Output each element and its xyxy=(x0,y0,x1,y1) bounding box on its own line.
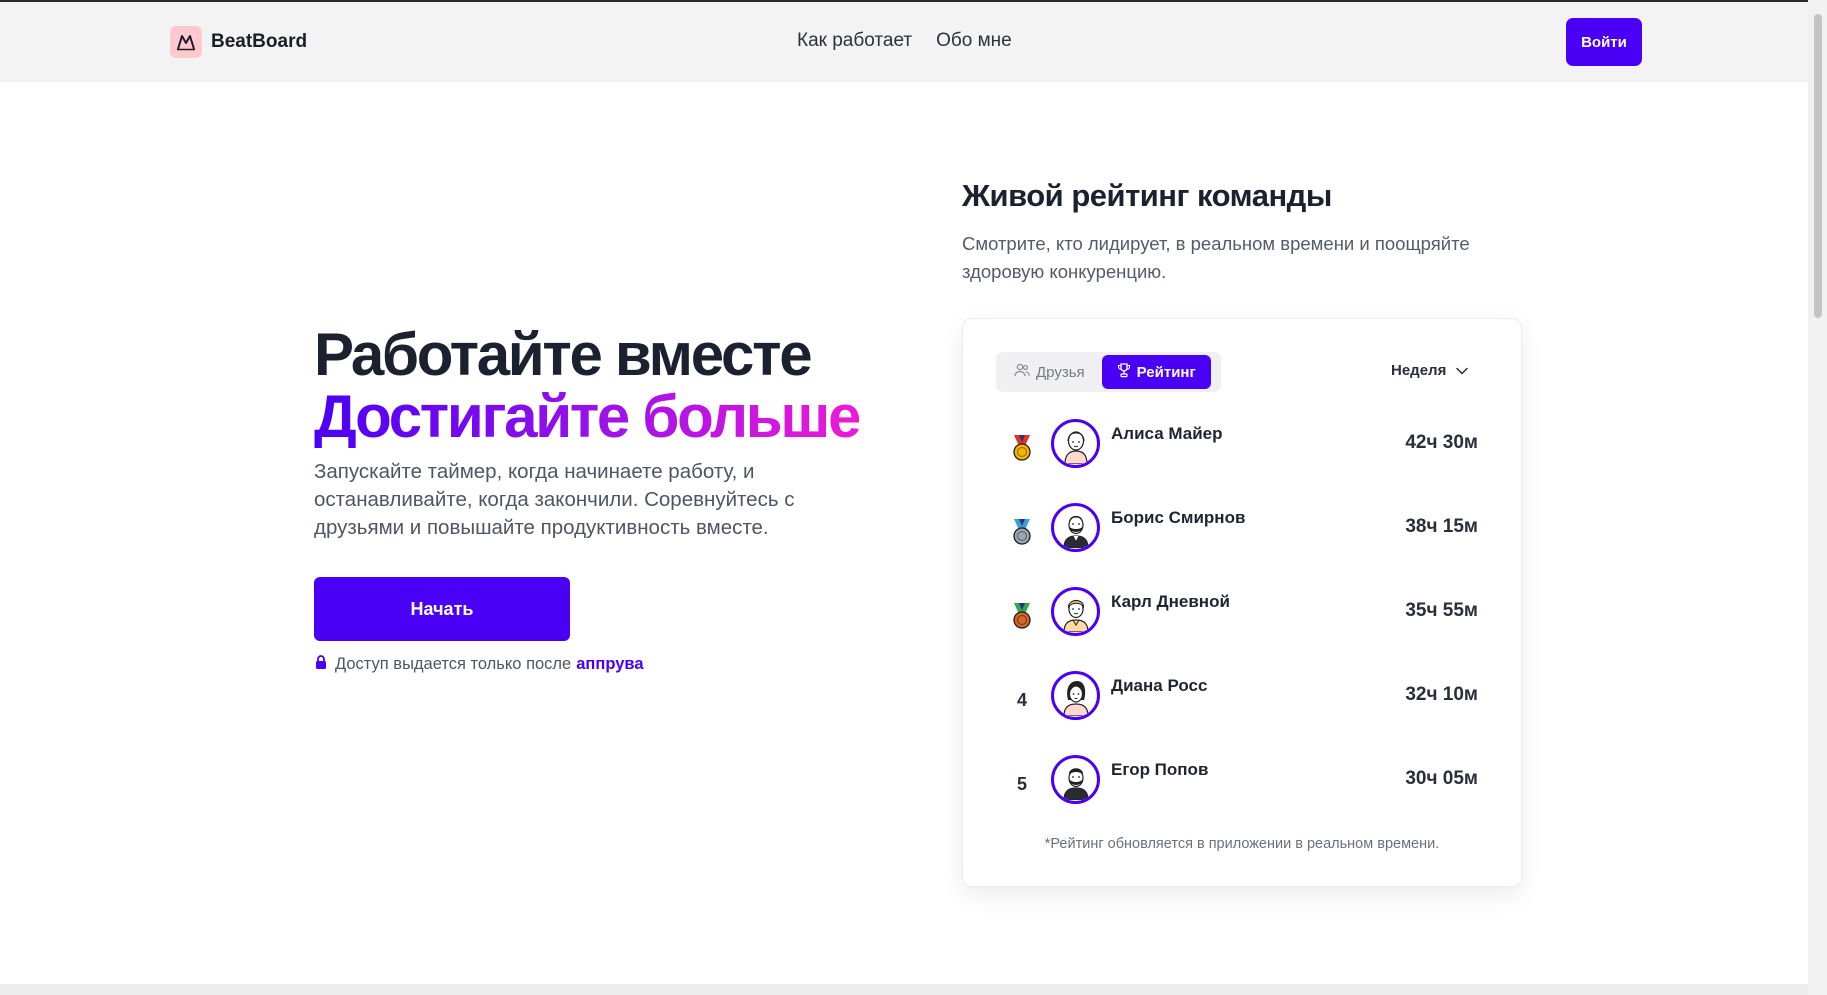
period-select[interactable]: Неделя xyxy=(1391,362,1469,379)
leaderboard-row[interactable]: 4 Диана Росс 32ч 10м xyxy=(963,667,1521,751)
leaderboard-title: Живой рейтинг команды xyxy=(962,178,1332,213)
approval-link[interactable]: аппрува xyxy=(576,655,643,674)
leaderboard-name: Алиса Майер xyxy=(1111,424,1223,443)
nav-link-about[interactable]: Обо мне xyxy=(936,30,1012,52)
leaderboard-name: Егор Попов xyxy=(1111,760,1209,779)
leaderboard-name: Карл Дневной xyxy=(1111,592,1230,611)
leaderboard-place: 4 xyxy=(1016,689,1027,710)
leaderboard-place: 5 xyxy=(1016,773,1027,794)
hero-title-line2: Достигайте больше xyxy=(314,383,861,450)
tab-rating-label: Рейтинг xyxy=(1136,363,1196,381)
next-section-edge xyxy=(0,984,1808,995)
access-note: Доступ выдается только после аппрува xyxy=(315,655,644,674)
leaderboard-subtitle: Смотрите, кто лидирует, в реальном време… xyxy=(962,233,1470,282)
avatar xyxy=(1051,755,1100,804)
leaderboard-card: Друзья Рейтинг Неделя Алиса Майер 42ч 30… xyxy=(962,318,1522,887)
nav-link-how-it-works[interactable]: Как работает xyxy=(797,30,912,52)
avatar xyxy=(1051,671,1100,720)
chevron-down-icon xyxy=(1456,362,1469,379)
scrollbar-thumb[interactable] xyxy=(1814,14,1822,318)
logo[interactable]: BeatBoard xyxy=(170,26,307,58)
site-header: BeatBoard Как работает Обо мне Войти xyxy=(0,2,1808,82)
page-scrollbar[interactable] xyxy=(1808,0,1827,995)
hero-subtitle: Запускайте таймер, когда начинаете работ… xyxy=(314,460,795,539)
main-nav: Как работает Обо мне xyxy=(797,30,1012,52)
silver-medal-icon xyxy=(1009,517,1035,547)
leaderboard-time: 35ч 55м xyxy=(1405,600,1478,621)
hero-title-line1: Работайте вместе xyxy=(314,321,813,388)
leaderboard-time: 32ч 10м xyxy=(1405,684,1478,705)
leaderboard-name: Диана Росс xyxy=(1111,676,1208,695)
hero-title: Работайте вместе Достигайте больше xyxy=(314,324,914,448)
leaderboard-tabs: Друзья Рейтинг xyxy=(996,352,1221,392)
gold-medal-icon xyxy=(1009,433,1035,463)
avatar xyxy=(1051,587,1100,636)
users-icon xyxy=(1014,363,1030,381)
access-text: Доступ выдается только после xyxy=(335,655,572,673)
lock-icon xyxy=(315,655,327,674)
trophy-icon xyxy=(1117,362,1131,382)
leaderboard-time: 42ч 30м xyxy=(1405,432,1478,453)
start-button[interactable]: Начать xyxy=(314,577,570,641)
tab-friends[interactable]: Друзья xyxy=(999,355,1100,389)
avatar xyxy=(1051,503,1100,552)
leaderboard-row[interactable]: 5 Егор Попов 30ч 05м xyxy=(963,751,1521,835)
avatar xyxy=(1051,419,1100,468)
login-button[interactable]: Войти xyxy=(1566,18,1642,66)
logo-text: BeatBoard xyxy=(211,31,308,52)
period-value: Неделя xyxy=(1391,362,1447,379)
tab-rating[interactable]: Рейтинг xyxy=(1101,355,1211,389)
leaderboard-footnote: *Рейтинг обновляется в приложении в реал… xyxy=(1044,836,1440,852)
leaderboard-row[interactable]: Карл Дневной 35ч 55м xyxy=(963,583,1521,667)
bronze-medal-icon xyxy=(1009,601,1035,631)
leaderboard-list: Алиса Майер 42ч 30м Борис Смирнов 38ч 15… xyxy=(963,415,1521,835)
logo-icon xyxy=(170,26,202,58)
leaderboard-row[interactable]: Борис Смирнов 38ч 15м xyxy=(963,499,1521,583)
hero-section: Работайте вместе Достигайте больше Запус… xyxy=(314,324,914,542)
leaderboard-row[interactable]: Алиса Майер 42ч 30м xyxy=(963,415,1521,499)
leaderboard-time: 38ч 15м xyxy=(1405,516,1478,537)
leaderboard-time: 30ч 05м xyxy=(1405,768,1478,789)
leaderboard-name: Борис Смирнов xyxy=(1111,508,1246,527)
tab-friends-label: Друзья xyxy=(1036,363,1085,381)
